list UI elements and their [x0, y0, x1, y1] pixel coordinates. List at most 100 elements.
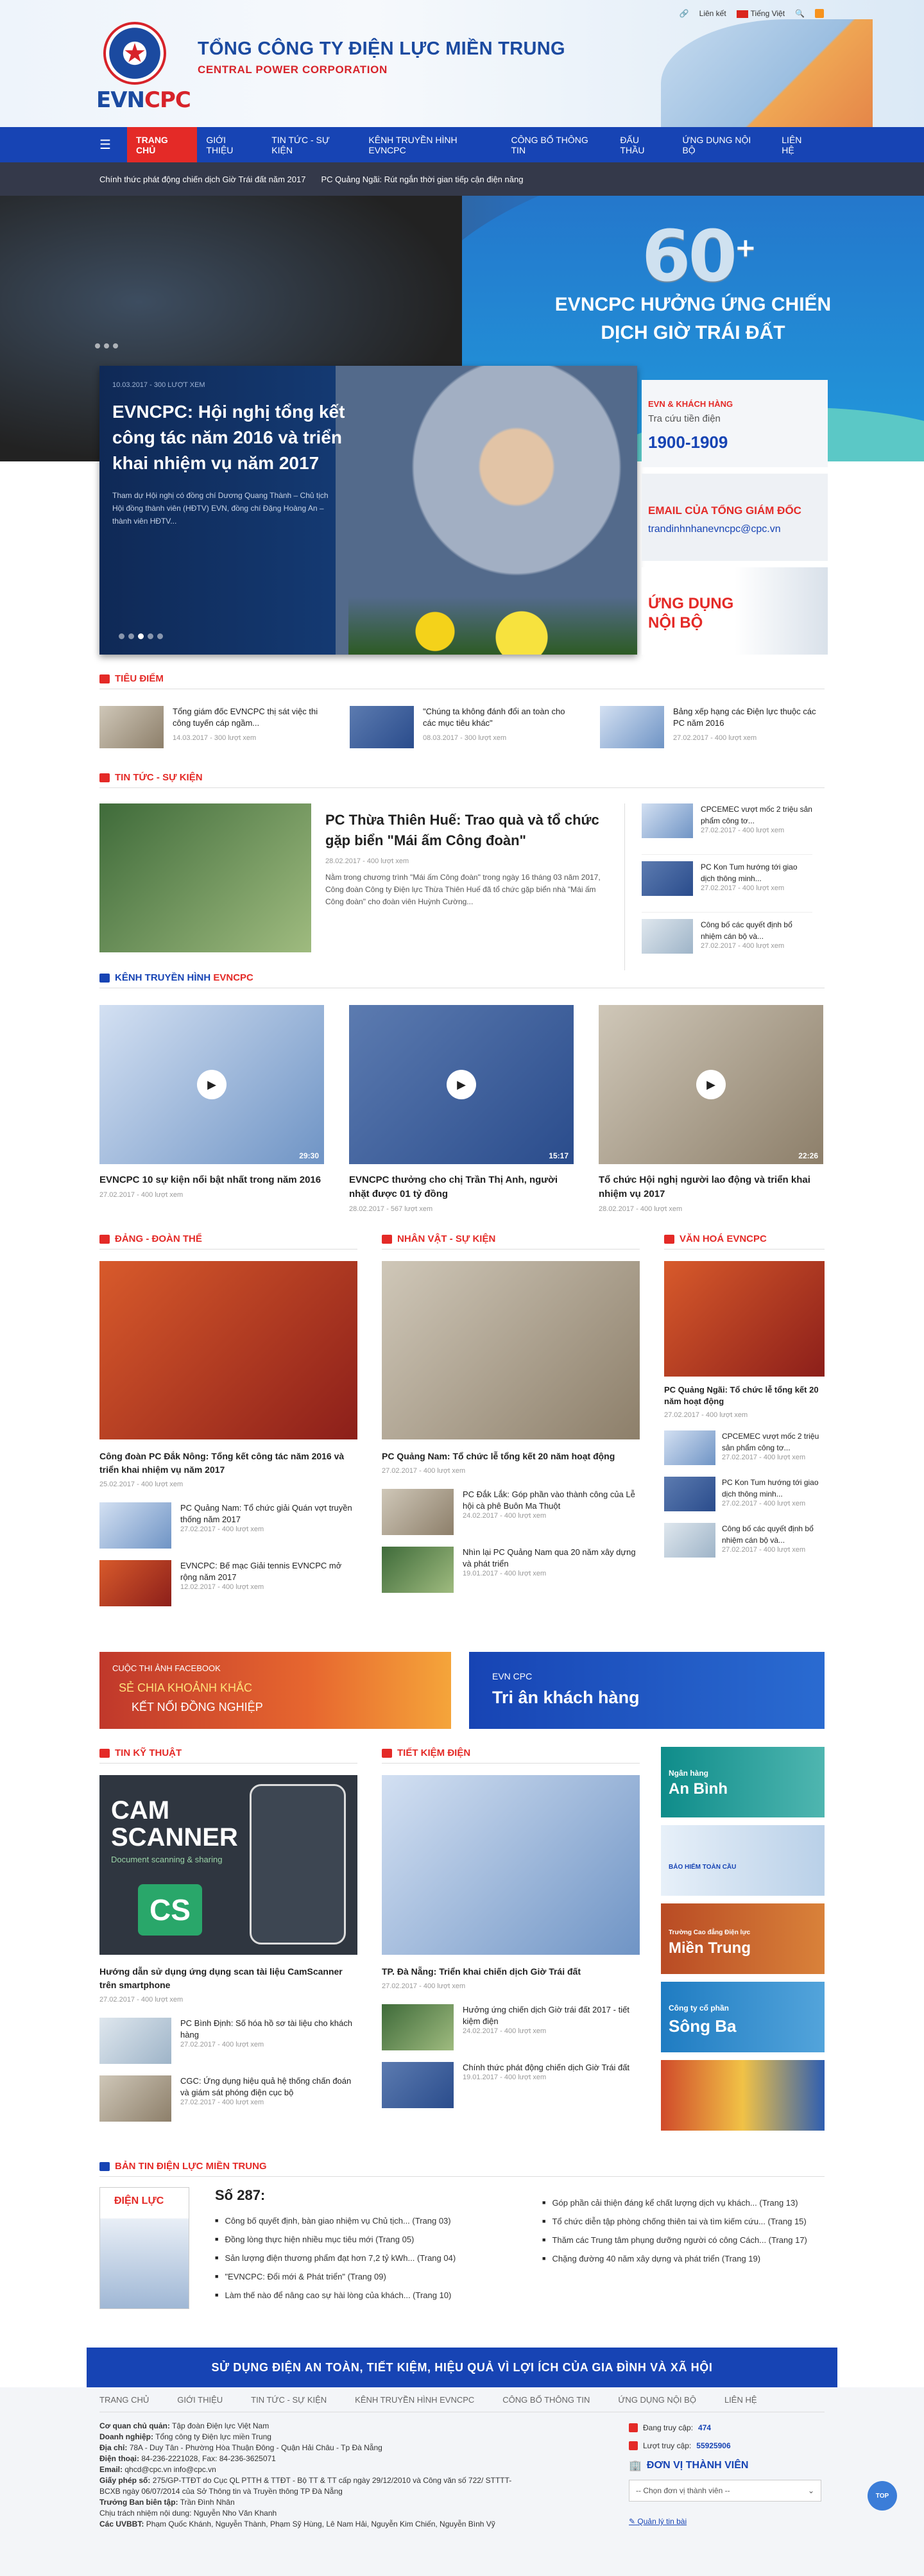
- video-card[interactable]: ▶ 22:26 Tổ chức Hội nghị người lao động v…: [599, 1005, 823, 1213]
- brand-title-en: CENTRAL POWER CORPORATION: [198, 64, 388, 76]
- footer-nav-item[interactable]: LIÊN HỆ: [724, 2395, 757, 2405]
- nav-lien-he[interactable]: LIÊN HỆ: [773, 127, 825, 162]
- ad-truong-cao-dang-dien-luc[interactable]: Trường Cao đẳng Điện lực Miền Trung: [661, 1903, 825, 1974]
- featured-title[interactable]: EVNCPC: Hội nghị tổng kết công tác năm 2…: [112, 399, 356, 476]
- list-item[interactable]: Tổng giám đốc EVNCPC thị sát việc thi cô…: [99, 706, 324, 748]
- list-item[interactable]: EVNCPC: Bế mạc Giải tennis EVNCPC mở rộn…: [99, 1560, 357, 1606]
- section-tieu-diem: TIÊU ĐIỂM Tổng giám đốc EVNCPC thị sát v…: [99, 669, 825, 748]
- tv-icon: [99, 973, 110, 983]
- section-icon: [99, 773, 110, 782]
- internal-apps-banner[interactable]: ỨNG DỤNG NỘI BỘ: [642, 567, 828, 655]
- play-icon[interactable]: ▶: [447, 1070, 476, 1099]
- featured-summary: Tham dự Hội nghị có đồng chí Dương Quang…: [112, 491, 329, 526]
- ad-an-binh-bank[interactable]: Ngân hàng An Bình: [661, 1747, 825, 1817]
- list-item[interactable]: CGC: Ứng dụng hiệu quả hệ thống chấn đoá…: [99, 2075, 357, 2122]
- footer-nav-item[interactable]: ỨNG DỤNG NỘI BỘ: [618, 2395, 696, 2405]
- ad-song-ba[interactable]: Công ty cổ phần Sông Ba: [661, 1982, 825, 2052]
- back-to-top-button[interactable]: TOP: [868, 2481, 897, 2511]
- list-item[interactable]: PC Bình Định: Số hóa hồ sơ tài liệu cho …: [99, 2018, 357, 2064]
- site-header: ★ EVNCPC TỔNG CÔNG TY ĐIỆN LỰC MIỀN TRUN…: [0, 0, 924, 127]
- ticker-item[interactable]: PC Quảng Ngãi: Rút ngắn thời gian tiếp c…: [321, 175, 523, 184]
- top-links: 🔗 Liên kết Tiếng Việt 🔍: [680, 9, 824, 18]
- customer-gratitude-banner[interactable]: EVN CPC Tri ân khách hàng: [469, 1652, 825, 1729]
- online-count: 474: [698, 2423, 712, 2432]
- camscanner-image[interactable]: CAM SCANNER Document scanning & sharing C…: [99, 1775, 357, 1955]
- director-email-banner[interactable]: EMAIL CỦA TỔNG GIÁM ĐỐC trandinhnhanevnc…: [642, 474, 828, 561]
- nav-tin-tuc[interactable]: TIN TỨC - SỰ KIỆN: [262, 127, 359, 162]
- footer-nav-item[interactable]: GIỚI THIỆU: [177, 2395, 223, 2405]
- chart-icon: [629, 2423, 638, 2432]
- ad-bao-hiem-toan-cau[interactable]: BẢO HIỂM TOÀN CẦU: [661, 1825, 825, 1896]
- rss-icon[interactable]: [815, 9, 824, 18]
- section-icon: [99, 674, 110, 683]
- nav-ung-dung-noi-bo[interactable]: ỨNG DỤNG NỘI BỘ: [673, 127, 773, 162]
- list-item[interactable]: "Chúng ta không đánh đổi an toàn cho các…: [350, 706, 574, 748]
- nhanvat-main-image[interactable]: [382, 1261, 640, 1439]
- header-workers-image: [661, 19, 873, 127]
- list-item[interactable]: PC Đắk Lắk: Góp phần vào thành công của …: [382, 1489, 640, 1535]
- footer-right: Đang truy cập: 474 Lượt truy cập: 55925906…: [629, 2423, 821, 2526]
- dang-main-image[interactable]: [99, 1261, 357, 1439]
- list-item[interactable]: PC Kon Tum hướng tới giao dịch thông min…: [664, 1477, 825, 1511]
- lien-ket-link[interactable]: Liên kết: [699, 9, 726, 18]
- footer-nav: TRANG CHỦ GIỚI THIỆU TIN TỨC - SỰ KIỆN K…: [99, 2395, 757, 2405]
- footer-nav-item[interactable]: TIN TỨC - SỰ KIỆN: [251, 2395, 327, 2405]
- section-three-columns: ĐẢNG - ĐOÀN THỂ Công đoàn PC Đắk Nông: T…: [99, 1229, 825, 1606]
- list-item[interactable]: Công bố các quyết định bổ nhiệm cán bộ v…: [642, 919, 812, 970]
- main-nav: ☰ TRANG CHỦ GIỚI THIỆU TIN TỨC - SỰ KIỆN…: [0, 127, 924, 162]
- evncpc-logo[interactable]: ★ EVNCPC: [96, 22, 191, 113]
- list-item[interactable]: CPCEMEC vượt mốc 2 triệu sản phẩm công t…: [664, 1430, 825, 1465]
- brand-title-vn: TỔNG CÔNG TY ĐIỆN LỰC MIỀN TRUNG: [198, 39, 565, 59]
- ticker-item[interactable]: Chính thức phát động chiến dịch Giờ Trái…: [99, 175, 305, 184]
- list-item[interactable]: PC Kon Tum hướng tới giao dịch thông min…: [642, 861, 812, 913]
- video-card[interactable]: ▶ 29:30 EVNCPC 10 sự kiện nổi bật nhất tr…: [99, 1005, 324, 1213]
- vanhoa-main-image[interactable]: [664, 1261, 825, 1377]
- play-icon[interactable]: ▶: [197, 1070, 227, 1099]
- nav-cong-bo-thong-tin[interactable]: CÔNG BỐ THÔNG TIN: [502, 127, 612, 162]
- list-item[interactable]: Chính thức phát động chiến dịch Giờ Trái…: [382, 2062, 640, 2108]
- hero-slider-dots[interactable]: [95, 343, 118, 348]
- video-card[interactable]: ▶ 15:17 EVNCPC thưởng cho chị Trần Thị An…: [349, 1005, 574, 1213]
- featured-slider-dots[interactable]: [119, 633, 163, 639]
- ad-banner-5[interactable]: [661, 2060, 825, 2131]
- list-item[interactable]: CPCEMEC vượt mốc 2 triệu sản phẩm công t…: [642, 803, 812, 855]
- link-icon: 🔗: [679, 9, 689, 18]
- list-item[interactable]: Công bố các quyết định bổ nhiệm cán bộ v…: [664, 1523, 825, 1558]
- news-main-image[interactable]: [99, 803, 311, 952]
- hero-big-number: 60+: [642, 215, 757, 297]
- promo-banners: CUỘC THI ẢNH FACEBOOK SẺ CHIA KHOẢNH KHẮ…: [99, 1652, 825, 1729]
- quan-ly-tin-bai-link[interactable]: Quản lý tin bài: [637, 2517, 687, 2526]
- footer-nav-item[interactable]: TRANG CHỦ: [99, 2395, 149, 2405]
- list-item[interactable]: Bảng xếp hạng các Điện lực thuộc các PC …: [600, 706, 825, 748]
- customer-lookup-banner[interactable]: EVN & KHÁCH HÀNG Tra cứu tiền điện 1900-…: [642, 380, 828, 467]
- brand-title: TỔNG CÔNG TY ĐIỆN LỰC MIỀN TRUNG CENTRAL…: [198, 39, 565, 76]
- newsletter-cover[interactable]: ĐIỆN LỰC: [99, 2187, 189, 2309]
- nav-gioi-thieu[interactable]: GIỚI THIỆU: [197, 127, 262, 162]
- news-ticker: Chính thức phát động chiến dịch Giờ Trái…: [0, 162, 924, 196]
- logo-emblem-icon: ★: [103, 22, 166, 85]
- footer-slogan: SỬ DỤNG ĐIỆN AN TOÀN, TIẾT KIỆM, HIỆU QU…: [87, 2348, 837, 2387]
- footer-nav-item[interactable]: CÔNG BỐ THÔNG TIN: [502, 2395, 590, 2405]
- list-item[interactable]: Nhìn lại PC Quảng Nam qua 20 năm xây dựn…: [382, 1547, 640, 1593]
- footer-nav-item[interactable]: KÊNH TRUYỀN HÌNH EVNCPC: [355, 2395, 474, 2405]
- facebook-photo-contest-banner[interactable]: CUỘC THI ẢNH FACEBOOK SẺ CHIA KHOẢNH KHẮ…: [99, 1652, 451, 1729]
- search-icon[interactable]: 🔍: [795, 9, 805, 18]
- tietkiem-main-image[interactable]: [382, 1775, 640, 1955]
- section-tin-tuc: TIN TỨC - SỰ KIỆN PC Thừa Thiên Huế: Tra…: [99, 768, 825, 970]
- list-item[interactable]: PC Quảng Nam: Tổ chức giải Quán vợt truy…: [99, 1502, 357, 1549]
- hamburger-menu-icon[interactable]: ☰: [99, 137, 118, 153]
- language-link[interactable]: Tiếng Việt: [751, 9, 785, 18]
- nav-dau-thau[interactable]: ĐẤU THẦU: [611, 127, 673, 162]
- nav-trang-chu[interactable]: TRANG CHỦ: [127, 127, 198, 162]
- featured-article[interactable]: 10.03.2017 - 300 LƯỢT XEM EVNCPC: Hội ng…: [99, 366, 637, 655]
- hero-slogan: EVNCPC HƯỞNG ỨNG CHIẾN DỊCH GIỜ TRÁI ĐẤT: [554, 294, 832, 343]
- list-item[interactable]: Hưởng ứng chiến dịch Giờ trái đất 2017 -…: [382, 2004, 640, 2050]
- vietnam-flag-icon: [736, 10, 748, 18]
- footer-info: Cơ quan chủ quản: Tập đoàn Điện lực Việt…: [99, 2421, 512, 2529]
- section-kenh-truyen-hinh: KÊNH TRUYỀN HÌNH EVNCPC ▶ 29:30 EVNCPC 10…: [99, 968, 825, 1213]
- member-unit-select[interactable]: -- Chọn đơn vị thành viên -- ⌄: [629, 2480, 821, 2502]
- nav-kenh-truyen-hinh[interactable]: KÊNH TRUYỀN HÌNH EVNCPC: [359, 127, 502, 162]
- phone-image: [250, 1784, 346, 1945]
- news-main-title[interactable]: PC Thừa Thiên Huế: Trao quà và tổ chức g…: [325, 810, 608, 851]
- play-icon[interactable]: ▶: [696, 1070, 726, 1099]
